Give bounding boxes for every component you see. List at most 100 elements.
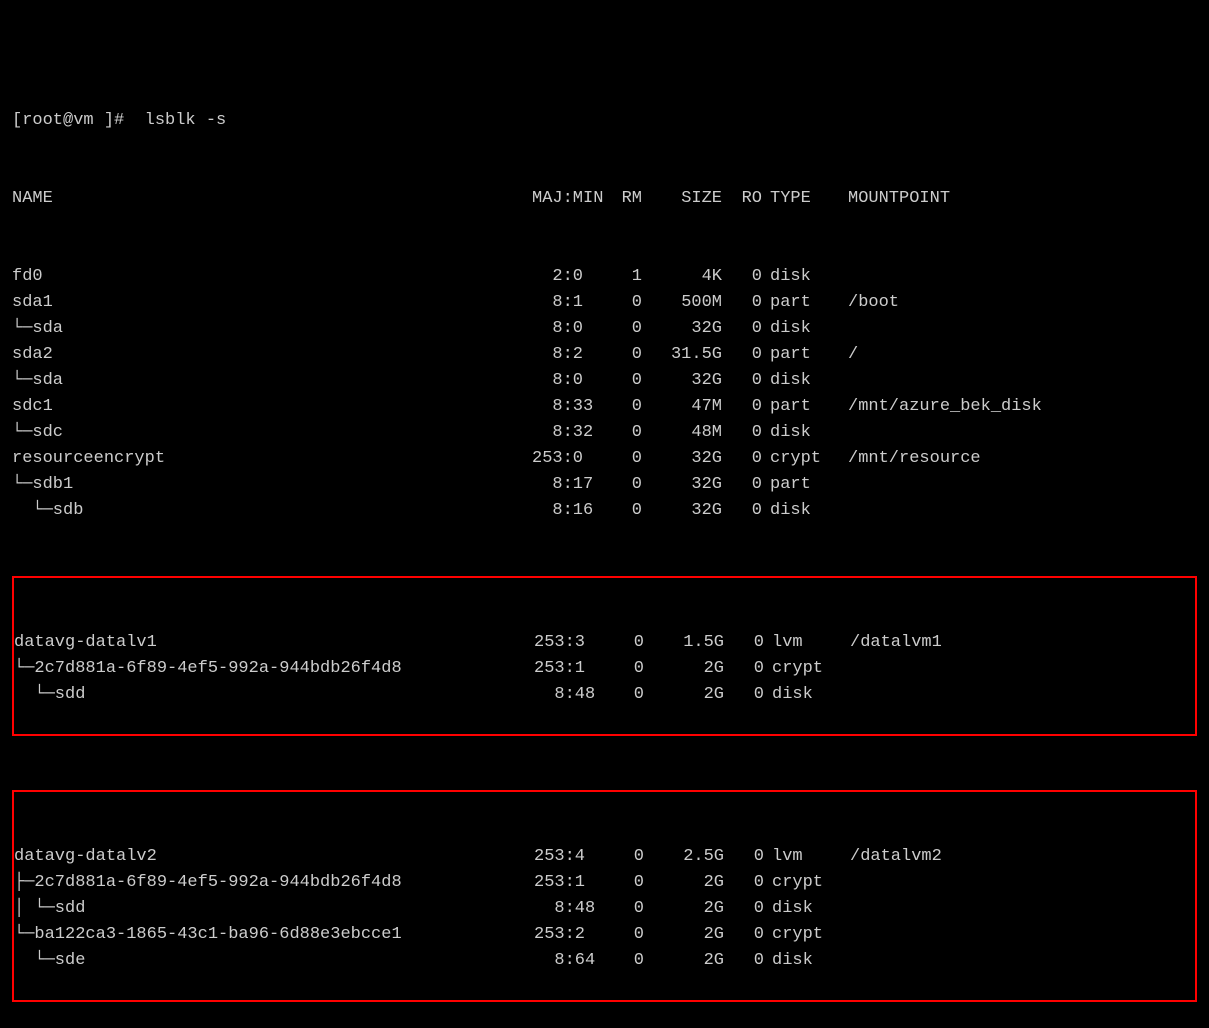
cell-majmin: 8:1 (532, 290, 602, 316)
cell-rm: 0 (604, 656, 644, 682)
cell-type: disk (764, 896, 842, 922)
cell-majmin: 253:1 (534, 656, 604, 682)
lsblk-row: └─sdd 8:4802G0disk (14, 682, 1195, 708)
cell-rm: 0 (604, 870, 644, 896)
cell-type: disk (764, 948, 842, 974)
cell-rm: 0 (604, 896, 644, 922)
lsblk-row: datavg-datalv1253:301.5G0lvm/datalvm1 (14, 630, 1195, 656)
cell-size: 2G (644, 922, 724, 948)
cell-rm: 0 (602, 446, 642, 472)
cell-mount (840, 264, 1108, 290)
cell-mount: /mnt/azure_bek_disk (840, 394, 1108, 420)
cell-size: 1.5G (644, 630, 724, 656)
cell-type: disk (764, 682, 842, 708)
cell-mount: /datalvm2 (842, 844, 1110, 870)
cell-size: 2G (644, 870, 724, 896)
lsblk-row: │ └─sdd 8:4802G0disk (14, 896, 1195, 922)
cell-type: part (762, 290, 840, 316)
cell-rm: 1 (602, 264, 642, 290)
cell-ro: 0 (722, 472, 762, 498)
lsblk-header-row: NAMEMAJ:MINRMSIZEROTYPEMOUNTPOINT (12, 186, 1197, 212)
cell-size: 48M (642, 420, 722, 446)
cell-type: part (762, 394, 840, 420)
cell-mount: / (840, 342, 1108, 368)
cell-name: resourceencrypt (12, 446, 532, 472)
cell-mount (842, 870, 1110, 896)
cell-rm: 0 (602, 290, 642, 316)
cell-ro: 0 (722, 316, 762, 342)
lsblk-row: resourceencrypt253:0032G0crypt/mnt/resou… (12, 446, 1197, 472)
cell-type: part (762, 342, 840, 368)
lsblk-row: datavg-datalv2253:402.5G0lvm/datalvm2 (14, 844, 1195, 870)
col-size: SIZE (642, 186, 722, 212)
lsblk-row: └─ba122ca3-1865-43c1-ba96-6d88e3ebcce125… (14, 922, 1195, 948)
cell-rm: 0 (604, 922, 644, 948)
cell-name: │ └─sdd (14, 896, 534, 922)
cell-name: └─sdb1 (12, 472, 532, 498)
cell-rm: 0 (604, 948, 644, 974)
cell-ro: 0 (722, 446, 762, 472)
cell-mount (840, 472, 1108, 498)
cell-size: 2G (644, 896, 724, 922)
cell-ro: 0 (724, 896, 764, 922)
highlight-box-datalv2: datavg-datalv2253:402.5G0lvm/datalvm2├─2… (12, 790, 1197, 1002)
cell-majmin: 253:4 (534, 844, 604, 870)
cell-majmin: 253:0 (532, 446, 602, 472)
cell-type: disk (762, 498, 840, 524)
cell-name: sdc1 (12, 394, 532, 420)
cell-type: disk (762, 316, 840, 342)
cell-name: fd0 (12, 264, 532, 290)
cell-size: 2G (644, 682, 724, 708)
lsblk-row: sda1 8:10500M0part/boot (12, 290, 1197, 316)
lsblk-row: └─sdc 8:32048M0disk (12, 420, 1197, 446)
cell-rm: 0 (602, 394, 642, 420)
cell-mount: /datalvm1 (842, 630, 1110, 656)
cell-type: crypt (764, 870, 842, 896)
cell-size: 32G (642, 368, 722, 394)
cell-name: └─sdc (12, 420, 532, 446)
cell-rm: 0 (604, 844, 644, 870)
cell-rm: 0 (602, 342, 642, 368)
cell-ro: 0 (724, 948, 764, 974)
cell-majmin: 253:1 (534, 870, 604, 896)
cell-majmin: 8:17 (532, 472, 602, 498)
cell-type: disk (762, 420, 840, 446)
cell-type: crypt (762, 446, 840, 472)
cell-mount (842, 682, 1110, 708)
cell-mount (842, 922, 1110, 948)
cell-ro: 0 (724, 922, 764, 948)
col-rm: RM (602, 186, 642, 212)
col-mount: MOUNTPOINT (840, 186, 1108, 212)
cell-rm: 0 (602, 368, 642, 394)
cell-name: └─2c7d881a-6f89-4ef5-992a-944bdb26f4d8 (14, 656, 534, 682)
cell-size: 47M (642, 394, 722, 420)
cell-type: disk (762, 264, 840, 290)
cell-ro: 0 (724, 656, 764, 682)
col-ro: RO (722, 186, 762, 212)
cell-size: 2G (644, 656, 724, 682)
cell-rm: 0 (602, 420, 642, 446)
lsblk-row: └─sde 8:6402G0disk (14, 948, 1195, 974)
lsblk-row: └─sda 8:0032G0disk (12, 368, 1197, 394)
cell-ro: 0 (722, 368, 762, 394)
cell-name: datavg-datalv1 (14, 630, 534, 656)
lsblk-row: └─2c7d881a-6f89-4ef5-992a-944bdb26f4d825… (14, 656, 1195, 682)
cell-size: 32G (642, 446, 722, 472)
cell-name: └─sde (14, 948, 534, 974)
cell-mount: /mnt/resource (840, 446, 1108, 472)
cell-mount (840, 498, 1108, 524)
lsblk-row: └─sdb 8:16032G0disk (12, 498, 1197, 524)
cell-majmin: 2:0 (532, 264, 602, 290)
cell-majmin: 8:2 (532, 342, 602, 368)
cell-size: 32G (642, 498, 722, 524)
cell-majmin: 253:2 (534, 922, 604, 948)
cell-rm: 0 (602, 498, 642, 524)
cell-mount (840, 316, 1108, 342)
cell-name: sda1 (12, 290, 532, 316)
cell-size: 500M (642, 290, 722, 316)
cell-size: 2G (644, 948, 724, 974)
cell-type: part (762, 472, 840, 498)
cell-rm: 0 (604, 630, 644, 656)
cell-majmin: 8:0 (532, 368, 602, 394)
cell-majmin: 8:64 (534, 948, 604, 974)
